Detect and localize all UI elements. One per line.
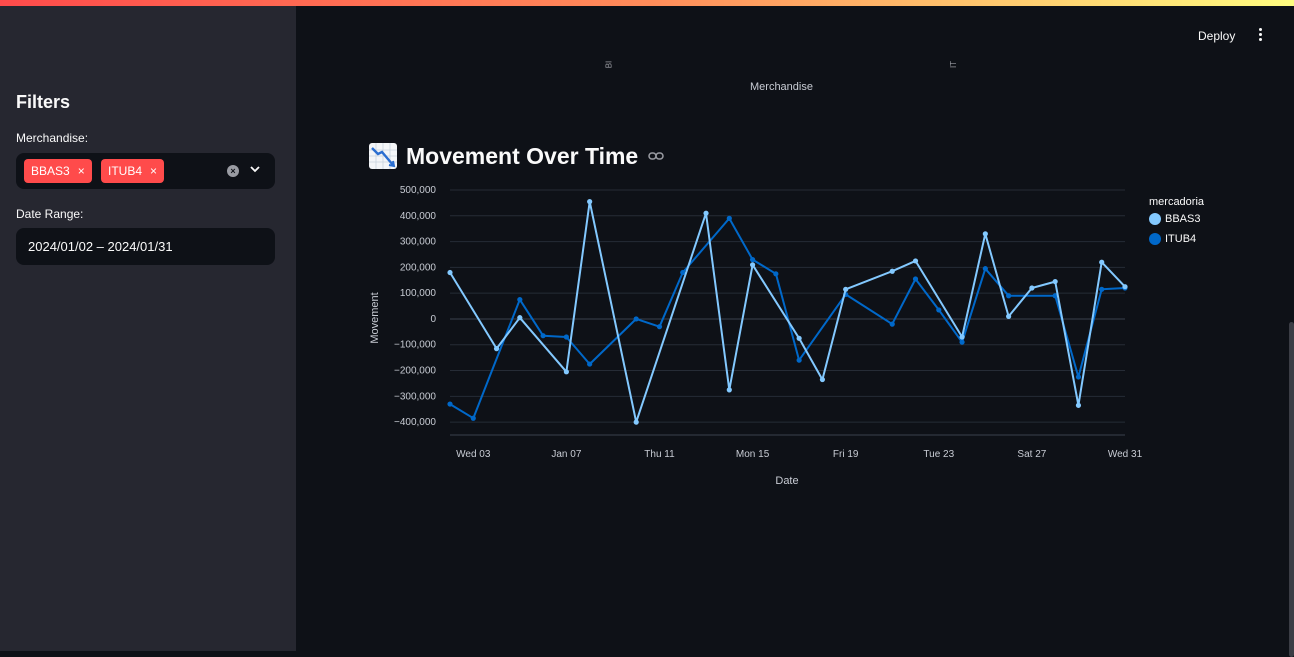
data-point-itub4[interactable]: [1075, 374, 1082, 380]
data-point-bbas3[interactable]: [563, 369, 569, 375]
data-point-itub4[interactable]: [936, 307, 942, 313]
data-point-itub4[interactable]: [1006, 293, 1012, 299]
tag-label: ITUB4: [108, 164, 143, 178]
main-content: Deploy BI IT Merchandise Movement Over T…: [296, 6, 1294, 657]
data-point-itub4[interactable]: [563, 334, 569, 340]
y-tick-label: −100,000: [394, 340, 436, 351]
x-tick-label: Wed 03: [456, 449, 491, 460]
legend-swatch: [1149, 213, 1161, 225]
data-point-itub4[interactable]: [982, 266, 988, 272]
data-point-itub4[interactable]: [796, 357, 802, 363]
legend-title: mercadoria: [1149, 196, 1205, 208]
data-point-bbas3[interactable]: [1099, 259, 1105, 265]
data-point-itub4[interactable]: [912, 276, 919, 282]
clear-all-icon[interactable]: ×: [227, 165, 239, 177]
tag-itub4: ITUB4 ×: [101, 159, 165, 183]
data-point-itub4[interactable]: [540, 333, 546, 339]
y-tick-label: 400,000: [400, 211, 437, 222]
y-tick-label: −200,000: [394, 366, 436, 377]
legend-label: BBAS3: [1165, 213, 1201, 225]
data-point-bbas3[interactable]: [517, 315, 523, 321]
legend-item-bbas3[interactable]: BBAS3: [1149, 213, 1200, 225]
data-point-bbas3[interactable]: [1075, 402, 1082, 408]
series-line-bbas3: [449, 200, 1126, 424]
data-point-bbas3[interactable]: [447, 269, 453, 276]
data-point-itub4[interactable]: [656, 324, 663, 330]
data-point-bbas3[interactable]: [959, 334, 965, 340]
sidebar: Filters Merchandise: BBAS3 × ITUB4 × × D…: [0, 6, 296, 651]
x-tick-label: Wed 31: [1108, 449, 1143, 460]
data-point-bbas3[interactable]: [587, 199, 593, 205]
data-point-bbas3[interactable]: [633, 419, 639, 425]
x-tick-label: Mon 15: [736, 449, 770, 460]
data-point-bbas3[interactable]: [726, 387, 732, 393]
remove-tag-icon[interactable]: ×: [150, 165, 157, 177]
y-tick-label: 300,000: [400, 237, 437, 248]
y-tick-label: 0: [430, 314, 436, 325]
data-point-itub4[interactable]: [959, 339, 965, 345]
date-range-input[interactable]: 2024/01/02 – 2024/01/31: [16, 228, 275, 265]
y-tick-label: 100,000: [400, 288, 437, 299]
data-point-itub4[interactable]: [726, 215, 732, 221]
data-point-bbas3[interactable]: [889, 268, 895, 274]
x-tick-label: Thu 11: [644, 449, 675, 460]
y-tick-label: 500,000: [400, 185, 437, 196]
tag-label: BBAS3: [31, 164, 70, 178]
data-point-itub4[interactable]: [447, 401, 453, 407]
data-point-bbas3[interactable]: [912, 258, 919, 264]
merchandise-multiselect[interactable]: BBAS3 × ITUB4 × ×: [16, 153, 275, 189]
data-point-bbas3[interactable]: [796, 335, 802, 341]
x-tick-label: Jan 07: [551, 449, 581, 460]
y-tick-label: 200,000: [400, 262, 437, 273]
data-point-bbas3[interactable]: [703, 210, 709, 216]
data-point-itub4[interactable]: [889, 321, 895, 327]
y-tick-label: −300,000: [394, 391, 436, 402]
legend-item-itub4[interactable]: ITUB4: [1149, 233, 1196, 245]
merchandise-label: Merchandise:: [16, 131, 89, 145]
data-point-itub4[interactable]: [749, 257, 756, 263]
data-point-bbas3[interactable]: [1006, 313, 1012, 319]
sidebar-title: Filters: [16, 92, 71, 112]
data-point-itub4[interactable]: [517, 297, 523, 303]
tag-bbas3: BBAS3 ×: [24, 159, 92, 183]
scrollbar-thumb[interactable]: [1289, 322, 1294, 657]
data-point-bbas3[interactable]: [493, 346, 500, 352]
data-point-bbas3[interactable]: [982, 231, 988, 237]
chevron-down-icon[interactable]: [249, 163, 261, 175]
data-point-bbas3[interactable]: [1029, 285, 1035, 291]
data-point-itub4[interactable]: [773, 271, 779, 277]
data-point-itub4[interactable]: [470, 415, 476, 421]
legend-label: ITUB4: [1165, 233, 1197, 245]
x-tick-label: Fri 19: [833, 449, 859, 460]
x-axis-title: Date: [775, 475, 798, 487]
data-point-itub4[interactable]: [587, 361, 593, 367]
data-point-bbas3[interactable]: [1122, 284, 1128, 290]
legend-swatch: [1149, 233, 1161, 245]
data-point-bbas3[interactable]: [1052, 278, 1058, 285]
data-point-itub4[interactable]: [1099, 286, 1105, 292]
y-tick-label: −400,000: [394, 417, 436, 428]
data-point-bbas3[interactable]: [749, 262, 756, 268]
y-axis-title: Movement: [369, 292, 381, 343]
remove-tag-icon[interactable]: ×: [78, 165, 85, 177]
x-tick-label: Tue 23: [923, 449, 954, 460]
x-tick-label: Sat 27: [1017, 449, 1046, 460]
data-point-itub4[interactable]: [633, 316, 639, 322]
date-range-label: Date Range:: [16, 207, 84, 221]
movement-chart: 500,000 400,000 300,000 200,000 100,000 0 −100…: [369, 185, 1143, 487]
data-point-bbas3[interactable]: [819, 376, 826, 383]
data-point-bbas3[interactable]: [843, 286, 849, 292]
